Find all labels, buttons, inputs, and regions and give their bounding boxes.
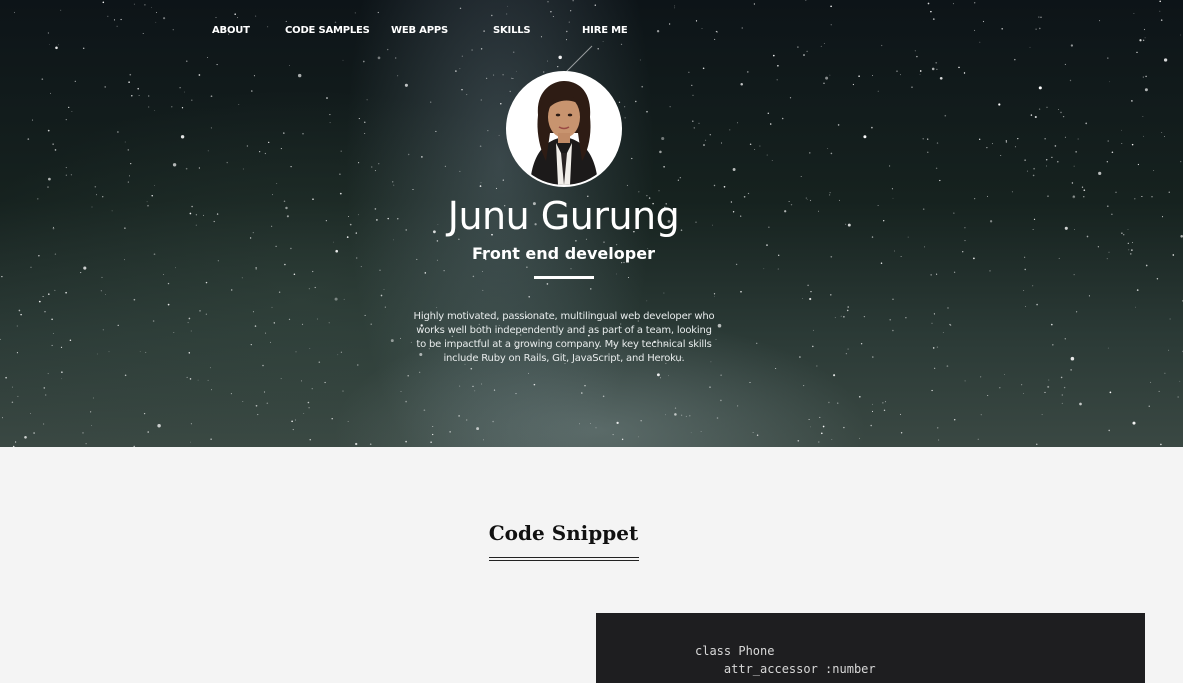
nav-item-web-apps[interactable]: WEB APPS <box>391 25 448 36</box>
nav-item-about[interactable]: ABOUT <box>212 25 250 36</box>
profile-name: Junu Gurung <box>447 194 680 238</box>
nav-item-code-samples[interactable]: CODE SAMPLES <box>285 25 370 36</box>
role-divider <box>534 276 594 279</box>
profile-photo <box>508 73 620 185</box>
section-title-divider <box>489 557 639 561</box>
code-line: attr_accessor :number <box>695 662 876 676</box>
nav-item-hire-me[interactable]: HIRE ME <box>582 25 628 36</box>
top-nav: ABOUT CODE SAMPLES WEB APPS SKILLS HIRE … <box>0 25 1183 41</box>
profile-role: Front end developer <box>472 244 655 263</box>
avatar <box>506 71 622 187</box>
code-line: class Phone <box>695 644 775 658</box>
nav-item-skills[interactable]: SKILLS <box>493 25 531 36</box>
profile-bio: Highly motivated, passionate, multilingu… <box>413 311 715 364</box>
section-title: Code Snippet <box>488 521 639 545</box>
code-snippet-panel: class Phone attr_accessor :number <box>596 613 1145 683</box>
hero-banner: ABOUT CODE SAMPLES WEB APPS SKILLS HIRE … <box>0 0 1183 447</box>
